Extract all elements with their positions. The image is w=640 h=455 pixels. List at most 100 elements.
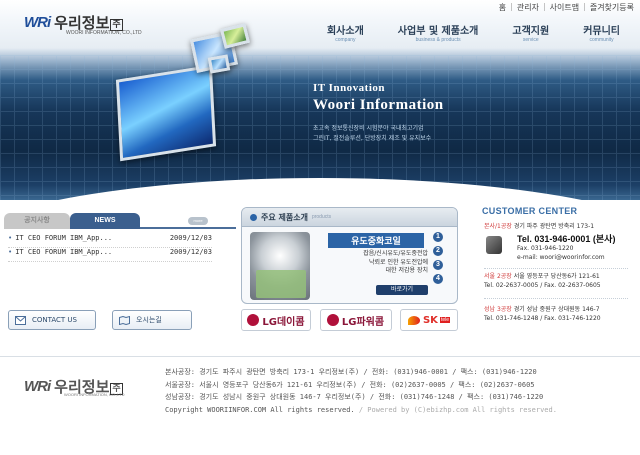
list-item[interactable]: • IT CEO FORUM IBM_App... 2009/12/03	[8, 234, 212, 248]
copyright-text: Copyright WOORIINFOR.COM All rights rese…	[165, 405, 355, 414]
product-page-4[interactable]: 4	[433, 274, 443, 284]
sk-logo-icon	[407, 315, 420, 325]
seongnam-label: 성남 3공장	[484, 306, 512, 313]
util-link-admin[interactable]: 관리자	[517, 2, 539, 13]
mail-icon	[15, 315, 26, 325]
products-header: 주요 제품소개 products	[242, 208, 457, 227]
logo-english-name: WOORI INFORMATION, CO.,LTD	[64, 392, 125, 397]
client-logos: LG데이콤 LG파워콤 SK tele	[241, 309, 458, 333]
hero-screen-image	[219, 23, 251, 49]
client-sk-telecom[interactable]: SK tele	[400, 309, 458, 331]
logo-english-name: WOORI INFORMATION, CO.,LTD	[66, 30, 142, 36]
client-name: SK	[422, 314, 438, 326]
seongnam-address: 경기 성남 중원구 상대원동 146-7	[513, 306, 600, 313]
divider: |	[583, 2, 586, 11]
more-button[interactable]: more	[188, 217, 208, 225]
nav-community[interactable]: 커뮤니티 community	[583, 22, 620, 43]
product-image-base	[256, 270, 306, 298]
products-panel: 주요 제품소개 products 유도중화코일 잡음/신시유도/유도중전압 낙뢰…	[241, 207, 458, 304]
hero-desc-line2: 그린IT, 절전솔루션, 단방장치 제조 및 유지보수	[313, 135, 432, 142]
product-page-2[interactable]: 2	[433, 246, 443, 256]
client-lg-dacom[interactable]: LG데이콤	[241, 309, 311, 331]
hq-address: 경기 파주 광탄면 방축리 173-1	[513, 223, 595, 230]
hero-screen-image	[207, 54, 231, 74]
utility-links: 홈 | 관리자 | 사이트맵 | 즐겨찾기등록	[499, 2, 634, 13]
logo-mark: WRi	[24, 14, 51, 31]
product-more-button[interactable]: 바로가기	[376, 285, 428, 295]
hero-desc-line1: 초고속 정보통신장비 시험분야 국내최고기업	[313, 125, 424, 132]
contact-us-button[interactable]: CONTACT US	[8, 310, 96, 330]
product-desc-line: 대한 저감용 장치	[385, 267, 428, 274]
hero-description: 초고속 정보통신장비 시험분야 국내최고기업 그린IT, 절전솔루션, 단방장치…	[313, 124, 431, 144]
seoul-address-line: 서울 2공장 서울 영등포구 당산동6가 121-61	[484, 273, 601, 282]
seoul-address: 서울 영등포구 당산동6가 121-61	[513, 273, 600, 280]
list-item[interactable]: • IT CEO FORUM IBM_App... 2009/12/03	[8, 248, 212, 262]
customer-center-title: CUSTOMER CENTER	[482, 206, 578, 216]
products-title: 주요 제품소개	[261, 212, 308, 222]
hq-email[interactable]: e-mail: woori@woorinfor.com	[484, 254, 615, 263]
footer-info: 본사공장: 경기도 파주시 광탄면 방축리 173-1 우리정보(주) / 전화…	[165, 366, 557, 416]
tab-news[interactable]: NEWS	[70, 213, 140, 229]
footer-address-line: 성남공장: 경기도 성남시 중원구 상대원동 146-7 우리정보(주) / 전…	[165, 393, 544, 401]
divider: |	[542, 2, 546, 11]
news-title-text: IT CEO FORUM IBM_App...	[15, 234, 113, 242]
nav-company[interactable]: 회사소개 company	[327, 22, 364, 43]
news-title: • IT CEO FORUM IBM_App...	[8, 234, 112, 247]
products-title-en: products	[311, 214, 332, 220]
bullet-icon: •	[8, 234, 13, 242]
product-desc-line: 잡음/신시유도/유도중전압	[363, 250, 428, 257]
contact-us-label: CONTACT US	[32, 316, 77, 324]
nav-sublabel: business & products	[415, 37, 461, 43]
seoul-contact: 서울 2공장 서울 영등포구 당산동6가 121-61 Tel. 02-2637…	[484, 273, 601, 290]
news-date: 2009/12/03	[169, 234, 212, 242]
seongnam-address-line: 성남 3공장 경기 성남 중원구 상대원동 146-7	[484, 306, 601, 315]
util-link-bookmark[interactable]: 즐겨찾기등록	[590, 2, 634, 13]
hq-label: 본사/1공장	[484, 223, 512, 230]
bullet-icon: •	[8, 248, 13, 256]
footer-address-line: 본사공장: 경기도 파주시 광탄면 방축리 173-1 우리정보(주) / 전화…	[165, 368, 537, 376]
lg-logo-icon	[247, 314, 260, 326]
divider: |	[510, 2, 513, 11]
seoul-label: 서울 2공장	[484, 273, 512, 280]
copyright: Copyright WOORIINFOR.COM All rights rese…	[165, 404, 557, 417]
product-desc-line: 낙뢰로 인한 유도전압에	[368, 258, 428, 266]
hero-monitor-image	[115, 64, 217, 162]
nav-label: 사업부 및 제품소개	[397, 26, 479, 37]
product-description: 잡음/신시유도/유도중전압 낙뢰로 인한 유도전압에 대한 저감용 장치	[326, 250, 428, 276]
board-tabs: 공지사항 NEWS more	[4, 213, 236, 229]
hq-address-line: 본사/1공장 경기 파주 광탄면 방축리 173-1	[484, 223, 615, 232]
seongnam-contact: 성남 3공장 경기 성남 중원구 상대원동 146-7 Tel. 031-746…	[484, 306, 601, 323]
footer-logo: WRi 우리정보 주 WOORI INFORMATION, CO.,LTD	[24, 376, 125, 397]
hq-contact: 본사/1공장 경기 파주 광탄면 방축리 173-1 Tel. 031-946-…	[484, 223, 615, 262]
news-title-text: IT CEO FORUM IBM_App...	[15, 248, 113, 256]
tagline-line2: Woori Information	[313, 97, 444, 113]
footer-divider	[0, 356, 640, 357]
client-name: LG데이콤	[262, 316, 305, 328]
divider	[484, 298, 628, 299]
nav-sublabel: community	[589, 37, 614, 43]
nav-service[interactable]: 고객지원 service	[512, 22, 549, 43]
util-link-home[interactable]: 홈	[499, 2, 506, 13]
map-icon	[119, 315, 130, 325]
site-logo[interactable]: WRi 우리정보 주 WOORI INFORMATION, CO.,LTD	[24, 12, 142, 36]
util-link-sitemap[interactable]: 사이트맵	[550, 2, 579, 13]
nav-label: 커뮤니티	[583, 26, 620, 37]
footer-address-line: 서울공장: 서울시 영등포구 당산동6가 121-61 우리정보(주) / 전화…	[165, 380, 535, 389]
hq-tel-line: Tel. 031-946-0001 (본사)	[484, 232, 615, 246]
powered-by: / Powered by (C)ebizhp.com All rights re…	[358, 405, 557, 414]
product-page-1[interactable]: 1	[433, 232, 443, 242]
client-lg-powercomm[interactable]: LG파워콤	[319, 309, 392, 331]
nav-business[interactable]: 사업부 및 제품소개 business & products	[398, 22, 479, 43]
directions-button[interactable]: 오시는길	[112, 310, 192, 330]
nav-label: 고객지원	[512, 26, 550, 37]
nav-sublabel: company	[335, 37, 356, 43]
tagline-line1: IT Innovation	[313, 82, 386, 94]
news-title: • IT CEO FORUM IBM_App...	[8, 248, 112, 261]
main-navigation: 회사소개 company 사업부 및 제품소개 business & produ…	[293, 22, 620, 43]
product-page-3[interactable]: 3	[433, 260, 443, 270]
directions-label: 오시는길	[136, 316, 162, 324]
tab-notice[interactable]: 공지사항	[4, 213, 70, 229]
lg-logo-icon	[326, 314, 339, 326]
seoul-tel: Tel. 02-2637-0005 / Fax. 02-2637-0605	[484, 281, 601, 289]
hq-fax: Fax. 031-946-1220	[517, 245, 574, 252]
